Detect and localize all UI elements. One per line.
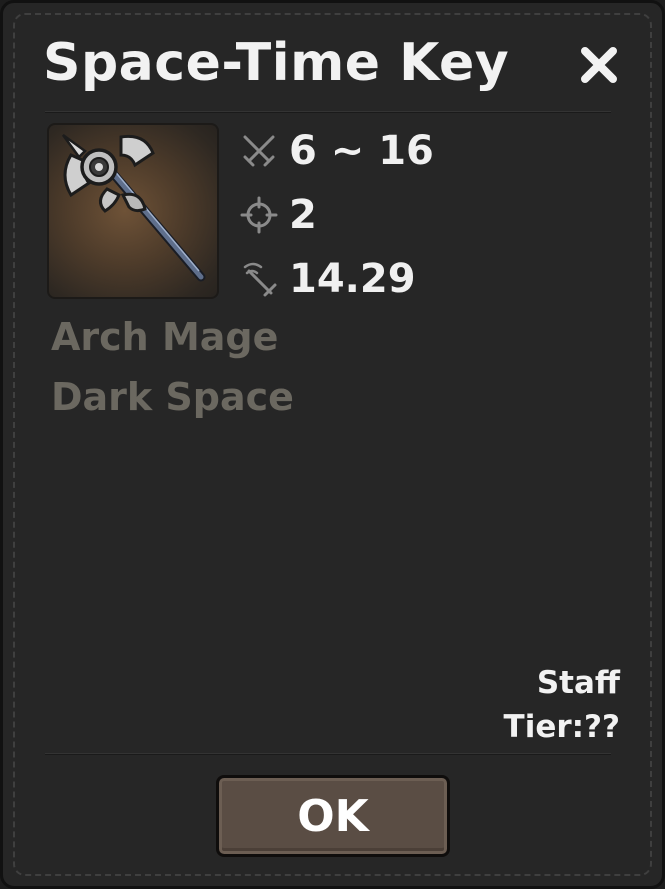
header-divider (45, 111, 611, 113)
ok-button[interactable]: OK (216, 775, 450, 857)
element-tag: Dark Space (51, 375, 294, 419)
damage-value: 6 ~ 16 (289, 128, 434, 174)
item-image (47, 123, 219, 299)
staff-icon (61, 133, 206, 282)
close-icon (581, 47, 617, 83)
class-tag: Arch Mage (51, 315, 279, 359)
close-button[interactable] (577, 43, 621, 87)
crosshair-icon (239, 195, 279, 235)
stat-range: 2 (239, 192, 317, 238)
item-info-dialog: Space-Time Key 6 ~ 16 2 14.29 Arch Mage … (0, 0, 665, 889)
attack-speed-value: 14.29 (289, 256, 416, 302)
sword-speed-icon (239, 259, 279, 299)
item-title: Space-Time Key (43, 33, 510, 93)
stat-damage: 6 ~ 16 (239, 128, 434, 174)
footer-divider (45, 753, 611, 755)
range-value: 2 (289, 192, 317, 238)
stat-attack-speed: 14.29 (239, 256, 416, 302)
item-tier: Tier:?? (503, 709, 620, 745)
item-type: Staff (536, 665, 620, 701)
crossed-swords-icon (239, 131, 279, 171)
